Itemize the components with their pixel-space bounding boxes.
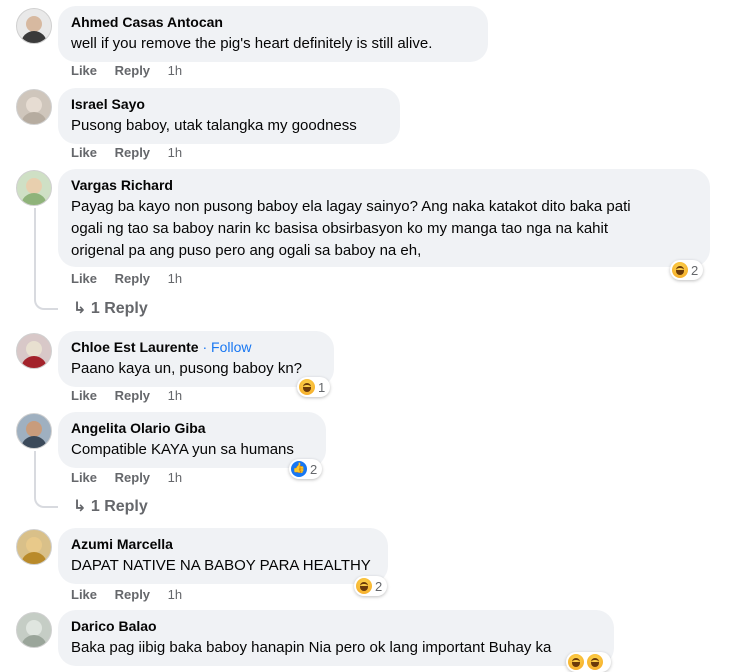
avatar[interactable] (16, 8, 52, 44)
reply-arrow-icon: ↳ (73, 300, 87, 317)
reaction-count: 2 (691, 262, 699, 278)
haha-icon (568, 654, 584, 670)
reply-button[interactable]: Reply (115, 63, 150, 78)
comment-bubble: Angelita Olario Giba Compatible KAYA yun… (58, 412, 326, 468)
reaction-badge[interactable]: 1 (297, 377, 331, 397)
comment-text: Baka pag iibig baka baboy hanapin Nia pe… (71, 639, 552, 656)
comment-text: DAPAT NATIVE NA BABOY PARA HEALTHY (71, 557, 371, 574)
like-button[interactable]: Like (71, 388, 97, 403)
reaction-count: 2 (310, 461, 318, 477)
avatar[interactable] (16, 612, 52, 648)
avatar[interactable] (16, 529, 52, 565)
follow-separator: · (202, 339, 208, 355)
reaction-badge[interactable]: 2 (670, 260, 704, 280)
comment-text: Paano kaya un, pusong baboy kn? (71, 360, 303, 377)
comment-bubble: Ahmed Casas Antocan well if you remove t… (58, 6, 488, 62)
reaction-badge[interactable] (566, 652, 611, 672)
like-button[interactable]: Like (71, 63, 97, 78)
commenter-name[interactable]: Israel Sayo (71, 96, 387, 113)
comment-actions: Like Reply 1h (71, 470, 196, 485)
reply-arrow-icon: ↳ (73, 498, 87, 515)
commenter-name-text: Chloe Est Laurente (71, 339, 199, 355)
comment-bubble: Darico Balao Baka pag iibig baka baboy h… (58, 610, 614, 666)
commenter-name[interactable]: Vargas Richard (71, 177, 697, 194)
avatar[interactable] (16, 333, 52, 369)
comment-text: Pusong baboy, utak talangka my goodness (71, 117, 357, 134)
commenter-name[interactable]: Azumi Marcella (71, 536, 375, 553)
avatar[interactable] (16, 89, 52, 125)
comment-text: well if you remove the pig's heart defin… (71, 35, 433, 52)
reaction-count: 1 (318, 379, 326, 395)
comment-time[interactable]: 1h (168, 271, 182, 286)
commenter-name[interactable]: Darico Balao (71, 618, 601, 635)
commenter-name[interactable]: Ahmed Casas Antocan (71, 14, 475, 31)
comment-text: Payag ba kayo non pusong baboy ela lagay… (71, 198, 631, 215)
haha-icon (299, 379, 315, 395)
like-button[interactable]: Like (71, 470, 97, 485)
haha-icon (356, 578, 372, 594)
thread-line (34, 208, 58, 310)
comment-bubble: Vargas Richard Payag ba kayo non pusong … (58, 169, 710, 267)
comment-actions: Like Reply 1h (71, 271, 196, 286)
view-replies-link[interactable]: ↳ 1 Reply (73, 496, 148, 516)
comment-time[interactable]: 1h (168, 470, 182, 485)
reaction-badge[interactable]: 👍 2 (289, 459, 323, 479)
follow-link[interactable]: Follow (211, 339, 251, 355)
thread-line (34, 451, 58, 508)
reaction-badge[interactable]: 2 (354, 576, 388, 596)
comment-bubble: Israel Sayo Pusong baboy, utak talangka … (58, 88, 400, 144)
comment-text: origenal pa ang puso pero ang ogali sa b… (71, 242, 422, 259)
reply-button[interactable]: Reply (115, 587, 150, 602)
like-button[interactable]: Like (71, 145, 97, 160)
comment-bubble: Azumi Marcella DAPAT NATIVE NA BABOY PAR… (58, 528, 388, 584)
reaction-count: 2 (375, 578, 383, 594)
like-reaction-icon: 👍 (291, 461, 307, 477)
view-replies-label: 1 Reply (90, 300, 148, 317)
comment-actions: Like Reply 1h (71, 145, 196, 160)
comment-actions: Like Reply 1h (71, 388, 196, 403)
commenter-name[interactable]: Angelita Olario Giba (71, 420, 313, 437)
comment-actions: Like Reply 1h (71, 587, 196, 602)
comment-bubble: Chloe Est Laurente · Follow Paano kaya u… (58, 331, 334, 387)
like-button[interactable]: Like (71, 271, 97, 286)
view-replies-label: 1 Reply (90, 498, 148, 515)
reply-button[interactable]: Reply (115, 388, 150, 403)
reply-button[interactable]: Reply (115, 271, 150, 286)
reply-button[interactable]: Reply (115, 145, 150, 160)
comment-time[interactable]: 1h (168, 145, 182, 160)
like-button[interactable]: Like (71, 587, 97, 602)
reply-button[interactable]: Reply (115, 470, 150, 485)
commenter-name[interactable]: Chloe Est Laurente · Follow (71, 339, 321, 356)
comment-text: Compatible KAYA yun sa humans (71, 441, 294, 458)
comment-time[interactable]: 1h (168, 388, 182, 403)
comment-time[interactable]: 1h (168, 587, 182, 602)
avatar[interactable] (16, 413, 52, 449)
view-replies-link[interactable]: ↳ 1 Reply (73, 298, 148, 318)
comment-actions: Like Reply 1h (71, 63, 196, 78)
haha-icon (672, 262, 688, 278)
comment-time[interactable]: 1h (168, 63, 182, 78)
haha-icon (587, 654, 603, 670)
avatar[interactable] (16, 170, 52, 206)
comment-text: ogali ng tao sa baboy narin kc basisa ob… (71, 220, 608, 237)
